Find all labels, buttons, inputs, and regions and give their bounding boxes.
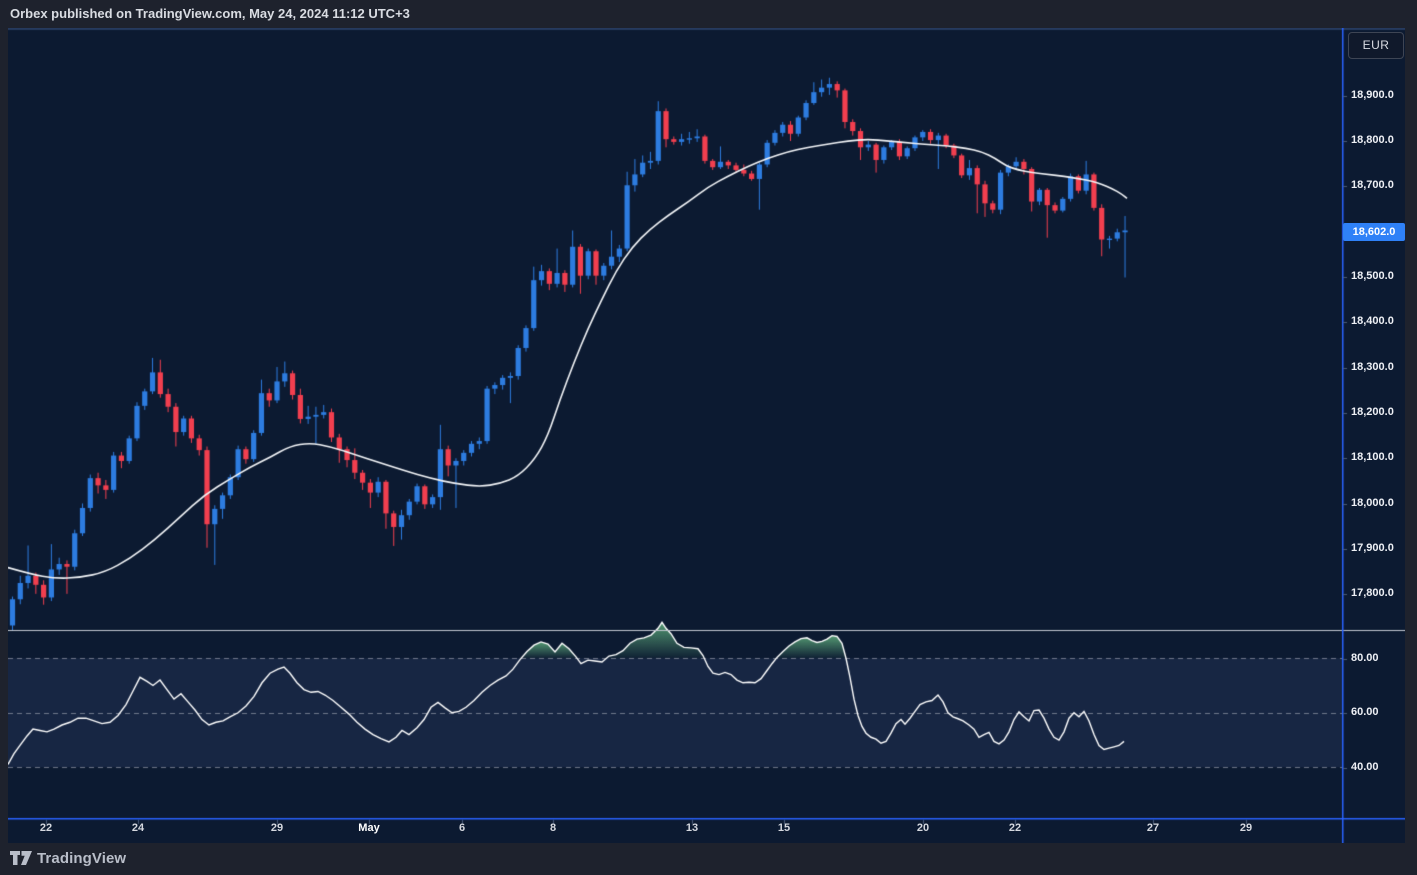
time-axis-label: 24: [131, 822, 145, 834]
time-axis-label: 8: [549, 822, 557, 834]
time-axis-label: 22: [1008, 822, 1022, 834]
price-chart-canvas[interactable]: [8, 28, 1405, 843]
tradingview-brand-text: TradingView: [37, 850, 127, 867]
publish-title: Orbex published on TradingView.com, May …: [10, 6, 410, 21]
header-bar: Orbex published on TradingView.com, May …: [0, 0, 1417, 28]
price-axis-label: 17,900.0: [1351, 542, 1394, 554]
chart-region: [8, 28, 1405, 843]
price-axis-label: 18,700.0: [1351, 179, 1394, 191]
rsi-axis-label: 80.00: [1351, 652, 1379, 664]
price-axis-label: 18,300.0: [1351, 361, 1394, 373]
rsi-axis-label: 40.00: [1351, 761, 1379, 773]
currency-badge: EUR: [1348, 32, 1404, 59]
tradingview-published-chart: Orbex published on TradingView.com, May …: [0, 0, 1417, 875]
price-axis-label: 18,400.0: [1351, 315, 1394, 327]
price-axis-label: 18,500.0: [1351, 270, 1394, 282]
tradingview-mark-icon: [10, 851, 32, 865]
price-axis-label: 17,800.0: [1351, 587, 1394, 599]
time-axis-label: 29: [270, 822, 284, 834]
price-axis-label: 18,800.0: [1351, 134, 1394, 146]
time-axis-label: 6: [458, 822, 466, 834]
frame-right: [1405, 28, 1417, 843]
time-axis-label: 20: [916, 822, 930, 834]
time-axis-label: 27: [1146, 822, 1160, 834]
price-axis-label: 18,900.0: [1351, 89, 1394, 101]
price-axis-label: 18,100.0: [1351, 451, 1394, 463]
footer-bar: TradingView: [0, 843, 1417, 875]
tradingview-logo[interactable]: TradingView: [10, 850, 126, 867]
time-axis-label: 15: [777, 822, 791, 834]
time-axis-label: 29: [1239, 822, 1253, 834]
time-axis-label: 13: [685, 822, 699, 834]
time-axis-label: 22: [39, 822, 53, 834]
time-axis-label: May: [358, 822, 380, 834]
last-price-badge: 18,602.0: [1343, 223, 1405, 241]
rsi-axis-label: 60.00: [1351, 706, 1379, 718]
frame-left: [0, 28, 8, 843]
price-axis-label: 18,000.0: [1351, 497, 1394, 509]
price-axis-label: 18,200.0: [1351, 406, 1394, 418]
